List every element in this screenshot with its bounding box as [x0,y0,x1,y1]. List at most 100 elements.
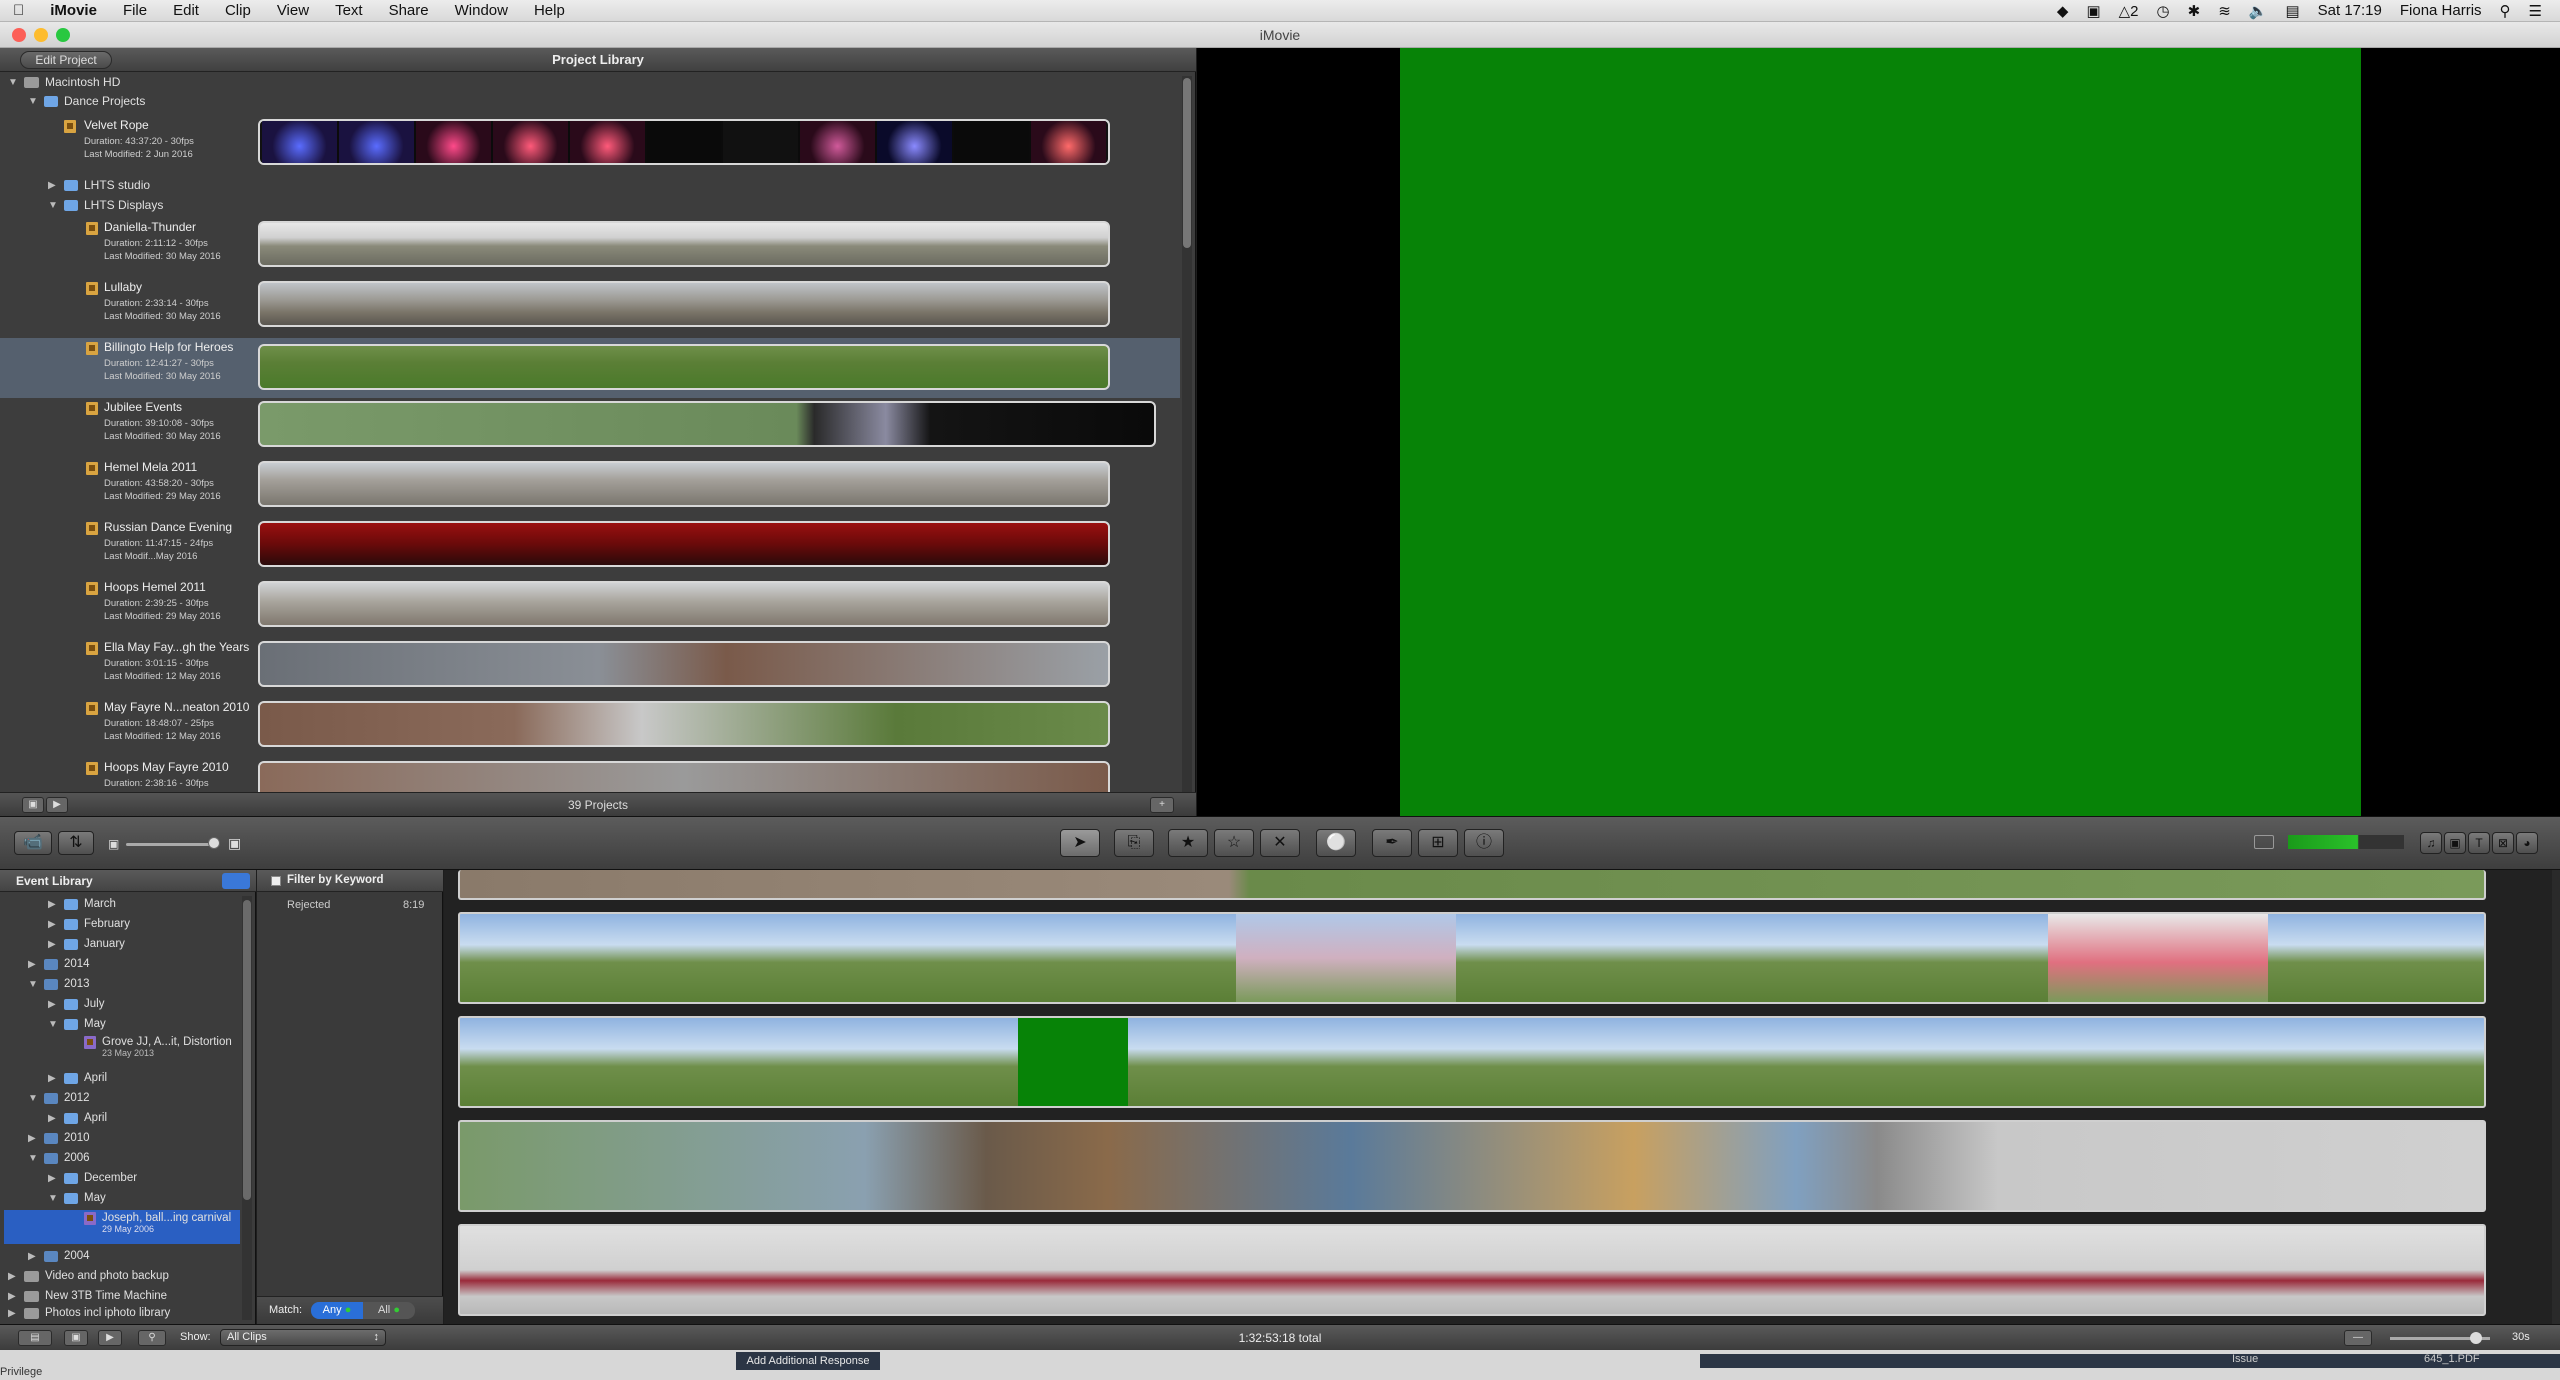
disclosure-triangle-icon[interactable]: ▶ [28,1251,38,1262]
disclosure-triangle-icon[interactable]: ▶ [48,999,58,1010]
project-filmstrip[interactable] [258,401,1156,447]
inspector-info-icon[interactable]: ⓘ [1464,829,1504,857]
play-fullscreen-button[interactable]: ▣ [22,797,44,813]
disclosure-triangle-icon[interactable]: ▼ [28,1153,38,1164]
project-filmstrip[interactable] [258,119,1110,165]
disclosure-triangle-icon[interactable]: ▶ [48,919,58,930]
filter-checkbox[interactable] [271,876,281,886]
project-row[interactable]: Lullaby Duration: 2:33:14 - 30fps Last M… [0,278,1180,338]
zoom-window-icon[interactable] [56,28,70,42]
disclosure-triangle-icon[interactable]: ▼ [48,200,58,211]
disclosure-triangle-icon[interactable]: ▶ [8,1271,18,1282]
photo-icon[interactable]: ▣ [2444,832,2466,854]
disclosure-triangle-icon[interactable]: ▼ [28,1093,38,1104]
select-tool-button[interactable]: ➤ [1060,829,1100,857]
project-filmstrip[interactable] [258,281,1110,327]
clip-zoom-slider-knob[interactable] [2470,1332,2482,1344]
event-tree-2012[interactable]: ▼ 2012 [28,1092,90,1104]
menu-user[interactable]: Fiona Harris [2400,2,2482,19]
title-icon[interactable]: T [2468,832,2490,854]
project-filmstrip[interactable] [258,761,1110,792]
show-clips-select[interactable]: All Clips ↕ [220,1329,386,1346]
add-project-button[interactable]: + [1150,797,1174,813]
event-tree-february[interactable]: ▶ February [48,918,130,930]
reject-x-icon[interactable]: ✕ [1260,829,1300,857]
event-tree-2014[interactable]: ▶ 2014 [28,958,90,970]
clip-row[interactable] [458,1224,2486,1316]
event-tree-2013[interactable]: ▼ 2013 [28,978,90,990]
clip-row[interactable] [458,912,2486,1004]
disclosure-triangle-icon[interactable]: ▶ [48,1173,58,1184]
add-to-project-button[interactable]: ⎘ [1114,829,1154,857]
menu-edit[interactable]: Edit [160,2,212,19]
clip-row[interactable] [458,1016,2486,1108]
event-tree-may-2013[interactable]: ▼ May [48,1018,106,1030]
wifi-icon[interactable]: ≋ [2218,2,2231,20]
disclosure-triangle-icon[interactable]: ▶ [48,939,58,950]
project-row[interactable]: Hoops Hemel 2011 Duration: 2:39:25 - 30f… [0,578,1180,638]
tree-macintosh-hd[interactable]: ▼ Macintosh HD [8,75,120,89]
disclosure-triangle-icon[interactable]: ▶ [48,1113,58,1124]
play-project-button[interactable]: ▶ [46,797,68,813]
disclosure-triangle-icon[interactable]: ▼ [28,979,38,990]
zoom-search-icon[interactable]: ⚲ [138,1330,166,1346]
event-tree-2010[interactable]: ▶ 2010 [28,1132,90,1144]
disclosure-triangle-icon[interactable]: ▶ [28,1133,38,1144]
event-library-toggle-button[interactable] [222,873,250,889]
disclosure-triangle-icon[interactable]: ▶ [28,959,38,970]
project-filmstrip[interactable] [258,344,1110,390]
edit-project-button[interactable]: Edit Project [20,51,112,69]
match-any-button[interactable]: Any ● [311,1302,363,1319]
menu-app-name[interactable]: iMovie [37,2,110,19]
volume-icon[interactable]: 🔈 [2249,2,2268,20]
tree-lhts-displays[interactable]: ▼ LHTS Displays [48,198,163,212]
close-window-icon[interactable] [12,28,26,42]
event-tree-march[interactable]: ▶ March [48,898,116,910]
clip-row[interactable] [458,1120,2486,1212]
unmark-star-icon[interactable]: ☆ [1214,829,1254,857]
project-row[interactable]: May Fayre N...neaton 2010 Duration: 18:4… [0,698,1180,758]
dropbox-icon[interactable]: ◆ [2057,2,2069,20]
disclosure-triangle-icon[interactable]: ▼ [48,1193,58,1204]
event-joseph-selected[interactable]: Joseph, ball...ing carnival 29 May 2006 [4,1210,240,1244]
project-row[interactable]: Jubilee Events Duration: 39:10:08 - 30fp… [0,398,1180,458]
clip-green-screen[interactable] [1018,1018,1128,1106]
crop-icon[interactable]: ⊞ [1418,829,1458,857]
minimize-window-icon[interactable] [34,28,48,42]
clip-browser-scrollbar[interactable] [2552,870,2560,1324]
project-filmstrip[interactable] [258,701,1110,747]
adobe-icon[interactable]: △2 [2119,2,2139,20]
input-source-icon[interactable]: ▤ [2285,2,2299,20]
event-tree-april-2013[interactable]: ▶ April [48,1072,107,1084]
time-machine-icon[interactable]: ◷ [2157,2,2170,20]
event-tree-video-backup[interactable]: ▶ Video and photo backup [8,1270,169,1282]
event-grove[interactable]: Grove JJ, A...it, Distortion 23 May 2013 [84,1036,232,1058]
project-row-selected[interactable]: Billingto Help for Heroes Duration: 12:4… [0,338,1180,398]
menu-view[interactable]: View [264,2,322,19]
event-library-scroll-thumb[interactable] [243,900,251,1200]
event-tree-december[interactable]: ▶ December [48,1172,137,1184]
notification-center-icon[interactable]: ☰ [2529,2,2542,20]
play-icon[interactable]: ▶ [98,1330,122,1346]
project-row[interactable]: Russian Dance Evening Duration: 11:47:15… [0,518,1180,578]
project-filmstrip[interactable] [258,221,1110,267]
disclosure-triangle-icon[interactable]: ▼ [28,96,38,107]
thumbnail-size-slider-knob[interactable] [208,837,220,849]
event-tree-may-2006[interactable]: ▼ May [48,1192,106,1204]
menu-clip[interactable]: Clip [212,2,264,19]
add-additional-response-button[interactable]: Add Additional Response [736,1352,880,1370]
event-tree-2006[interactable]: ▼ 2006 [28,1152,90,1164]
event-tree-july[interactable]: ▶ July [48,998,104,1010]
disclosure-triangle-icon[interactable]: ▶ [48,1073,58,1084]
map-globe-icon[interactable]: ◕ [2516,832,2538,854]
disclosure-triangle-icon[interactable]: ▶ [8,1291,18,1302]
menu-clock[interactable]: Sat 17:19 [2318,2,2382,19]
project-filmstrip[interactable] [258,581,1110,627]
project-filmstrip[interactable] [258,461,1110,507]
event-tree-2004[interactable]: ▶ 2004 [28,1250,90,1262]
project-row[interactable]: Daniella-Thunder Duration: 2:11:12 - 30f… [0,218,1180,278]
project-row[interactable]: Velvet Rope Duration: 43:37:20 - 30fps L… [0,116,1180,176]
apple-menu-icon[interactable]:  [0,2,37,19]
tree-lhts-studio[interactable]: ▶ LHTS studio [48,178,150,192]
project-library-scroll-thumb[interactable] [1183,78,1191,248]
